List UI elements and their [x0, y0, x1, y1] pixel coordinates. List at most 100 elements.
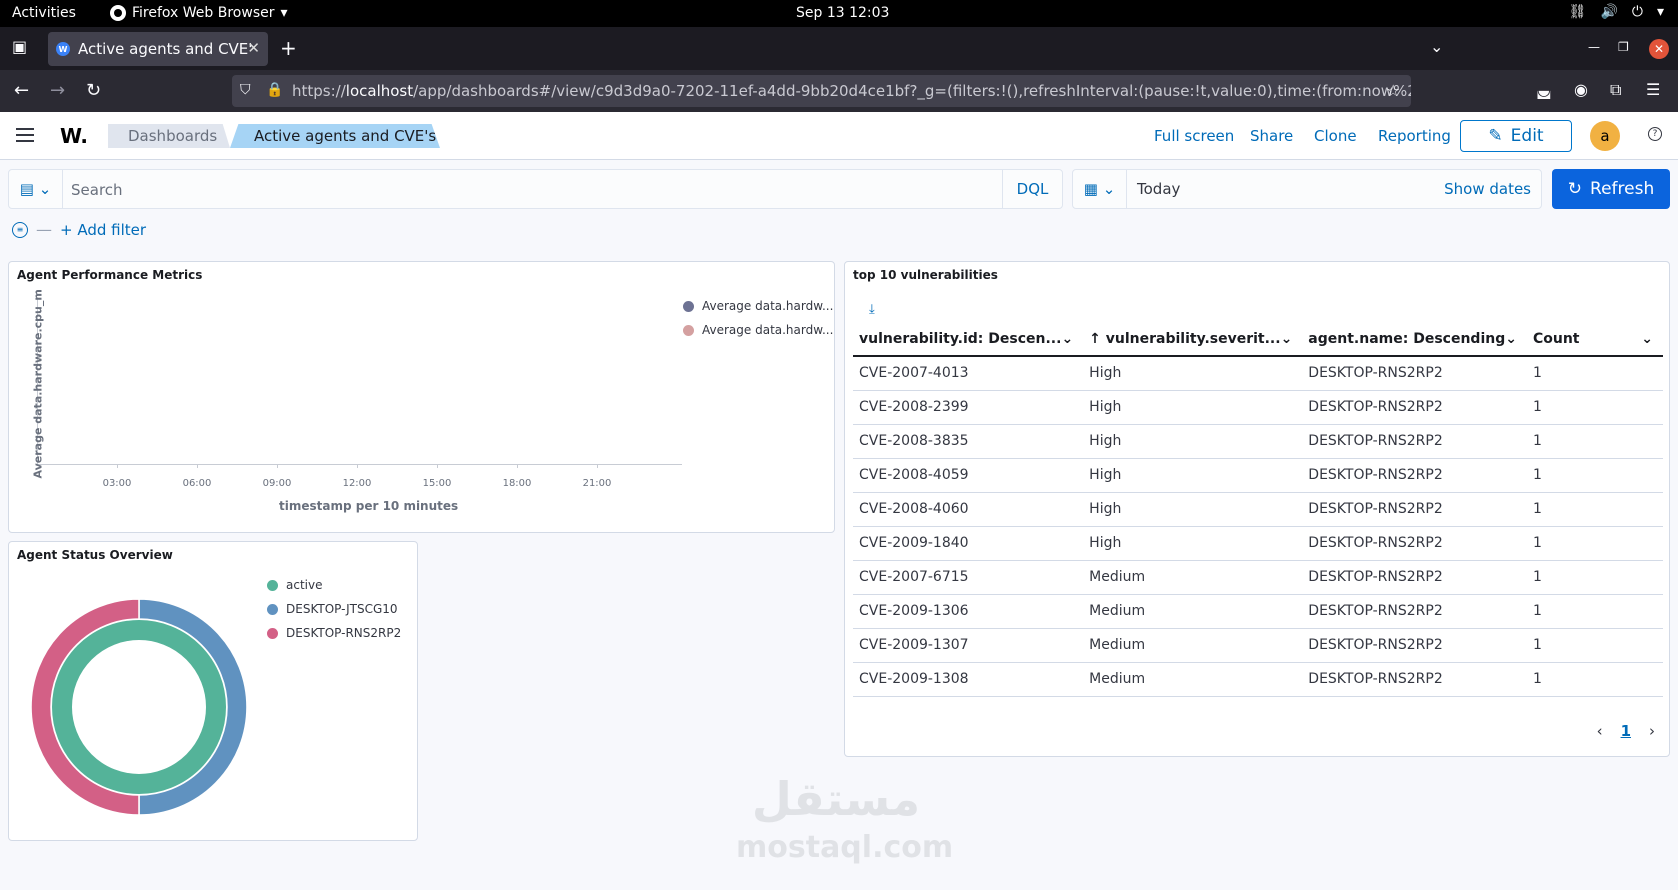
shield-icon[interactable]: ⛉ [240, 82, 251, 98]
x-tick-mark [597, 464, 598, 468]
watermark-arabic: مستقل [751, 772, 921, 826]
table-cell: CVE-2008-2399 [853, 390, 1084, 425]
table-row[interactable]: CVE-2007-4013 High DESKTOP-RNS2RP2 1 [853, 356, 1663, 391]
legend-item[interactable]: Average data.hardw... [683, 299, 833, 313]
lock-icon[interactable]: 🔒 [266, 82, 283, 98]
table-cell: DESKTOP-RNS2RP2 [1302, 458, 1527, 493]
legend-label: DESKTOP-RNS2RP2 [286, 626, 402, 640]
table-cell: CVE-2008-4060 [853, 492, 1084, 527]
forward-icon[interactable]: → [50, 80, 65, 101]
breadcrumb-dashboards[interactable]: Dashboards [108, 124, 230, 148]
panel-title: Agent Status Overview [17, 548, 173, 562]
url-bar[interactable]: https://localhost/app/dashboards#/view/c… [232, 75, 1411, 107]
breadcrumb-current: Active agents and CVE's [230, 124, 440, 148]
page-number[interactable]: 1 [1621, 722, 1631, 740]
table-cell: High [1083, 492, 1303, 527]
os-top-bar: Activities Firefox Web Browser ▾ Sep 13 … [0, 0, 1678, 27]
table-cell: Medium [1083, 628, 1303, 663]
refresh-label: Refresh [1590, 179, 1655, 199]
column-header[interactable]: Count ⌄ [1526, 322, 1663, 357]
reload-icon[interactable]: ↻ [86, 80, 101, 101]
tab-overview-icon[interactable]: ▣ [12, 37, 27, 56]
column-header[interactable]: vulnerability.id: Descen... ⌄ [853, 322, 1084, 357]
close-tab-icon[interactable]: ✕ [247, 39, 260, 57]
clone-link[interactable]: Clone [1314, 127, 1357, 145]
legend-item[interactable]: Average data.hardw... [683, 323, 833, 337]
legend-item[interactable]: DESKTOP-RNS2RP2 [267, 626, 401, 640]
legend-item[interactable]: active [267, 578, 322, 592]
clock[interactable]: Sep 13 12:03 [796, 5, 889, 21]
table-row[interactable]: CVE-2009-1306 Medium DESKTOP-RNS2RP2 1 [853, 594, 1663, 629]
new-tab-icon[interactable]: + [280, 36, 297, 60]
list-tabs-icon[interactable]: ⌄ [1430, 37, 1443, 56]
quick-date-button[interactable]: ▦ ⌄ [1073, 170, 1127, 208]
x-tick-label: 12:00 [342, 478, 372, 489]
table-row[interactable]: CVE-2008-4060 High DESKTOP-RNS2RP2 1 [853, 492, 1663, 527]
column-label: Count [1532, 330, 1580, 347]
reporting-link[interactable]: Reporting [1378, 127, 1451, 145]
extensions-icon[interactable]: ⧉ [1610, 80, 1621, 100]
share-link[interactable]: Share [1250, 127, 1293, 145]
table-row[interactable]: CVE-2008-3835 High DESKTOP-RNS2RP2 1 [853, 424, 1663, 459]
next-page-icon[interactable]: › [1649, 722, 1655, 740]
app-header: W. Dashboards Active agents and CVE's Fu… [0, 112, 1678, 160]
column-header[interactable]: ↑ vulnerability.severit... ⌄ [1083, 322, 1303, 357]
url-host: localhost [345, 82, 414, 100]
filter-row: ≡ — + Add filter [12, 220, 146, 239]
browser-tab[interactable]: W Active agents and CVE's ✕ [48, 32, 268, 66]
legend-dot [267, 579, 278, 591]
chevron-down-icon: ⌄ [1061, 330, 1074, 347]
query-language-button[interactable]: DQL [1002, 170, 1062, 208]
legend-item[interactable]: DESKTOP-JTSCG10 [267, 602, 398, 616]
back-icon[interactable]: ← [14, 80, 29, 101]
legend-label: active [286, 578, 323, 592]
filter-separator: — [36, 220, 52, 239]
performance-panel: Agent Performance Metrics Average data.h… [8, 261, 835, 533]
table-row[interactable]: CVE-2009-1308 Medium DESKTOP-RNS2RP2 1 [853, 662, 1663, 697]
table-row[interactable]: CVE-2009-1840 High DESKTOP-RNS2RP2 1 [853, 526, 1663, 561]
app-menu[interactable]: Firefox Web Browser ▾ [110, 5, 288, 21]
hamburger-menu-icon[interactable] [16, 128, 34, 142]
avatar[interactable]: a [1590, 121, 1620, 151]
column-header[interactable]: agent.name: Descending ⌄ [1302, 322, 1527, 357]
filter-options-icon[interactable]: ≡ [12, 221, 28, 238]
bookmark-star-icon[interactable]: ☆ [1386, 81, 1400, 100]
column-label: vulnerability.id: Descen... [859, 330, 1062, 347]
donut-slice-active[interactable] [52, 620, 226, 794]
table-cell: DESKTOP-RNS2RP2 [1302, 628, 1527, 663]
window-close-icon[interactable]: ✕ [1649, 39, 1669, 59]
activities-button[interactable]: Activities [12, 5, 76, 21]
table-row[interactable]: CVE-2008-4059 High DESKTOP-RNS2RP2 1 [853, 458, 1663, 493]
table-row[interactable]: CVE-2008-2399 High DESKTOP-RNS2RP2 1 [853, 390, 1663, 425]
system-tray[interactable]: ⛓ 🔊 ⏻ ▾ [1569, 4, 1664, 20]
saved-queries-button[interactable]: ▤ ⌄ [9, 170, 63, 208]
wazuh-logo[interactable]: W. [60, 124, 88, 148]
account-icon[interactable]: ◉ [1574, 80, 1588, 99]
table-cell: 1 [1526, 526, 1663, 561]
previous-page-icon[interactable]: ‹ [1597, 722, 1603, 740]
search-input[interactable]: Search [71, 181, 123, 199]
full-screen-link[interactable]: Full screen [1154, 127, 1234, 145]
show-dates-link[interactable]: Show dates [1444, 180, 1531, 198]
table-row[interactable]: CVE-2009-1307 Medium DESKTOP-RNS2RP2 1 [853, 628, 1663, 663]
table-cell: High [1083, 458, 1303, 493]
browser-nav-bar: ← → ↻ https://localhost/app/dashboards#/… [0, 70, 1678, 112]
table-cell: 1 [1526, 560, 1663, 595]
restore-icon[interactable]: ❐ [1618, 40, 1629, 54]
pocket-icon[interactable]: ◛ [1536, 80, 1552, 99]
add-filter-button[interactable]: + Add filter [60, 221, 146, 239]
refresh-button[interactable]: ↻ Refresh [1552, 169, 1670, 209]
download-icon[interactable]: ⤓ [869, 302, 875, 317]
date-range-value[interactable]: Today [1137, 180, 1180, 198]
chevron-down-icon: ⌄ [1102, 180, 1116, 198]
table-row[interactable]: CVE-2007-6715 Medium DESKTOP-RNS2RP2 1 [853, 560, 1663, 595]
help-icon[interactable]: ? [1648, 127, 1662, 141]
table-cell: DESKTOP-RNS2RP2 [1302, 526, 1527, 561]
table-cell: DESKTOP-RNS2RP2 [1302, 594, 1527, 629]
x-tick-label: 06:00 [182, 478, 212, 489]
minimize-icon[interactable]: — [1588, 40, 1600, 54]
x-tick-label: 18:00 [502, 478, 532, 489]
table-cell: 1 [1526, 594, 1663, 629]
menu-icon[interactable]: ☰ [1646, 80, 1660, 99]
edit-button[interactable]: ✎ Edit [1460, 120, 1572, 152]
